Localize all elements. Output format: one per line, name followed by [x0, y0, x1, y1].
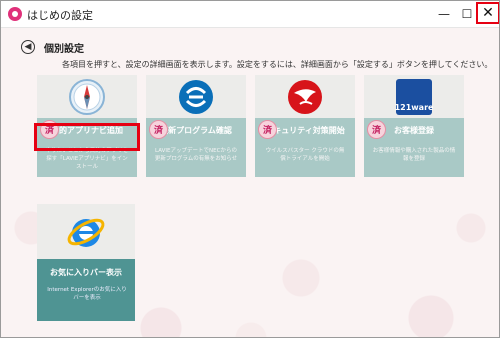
close-button[interactable]: ✕	[476, 2, 499, 24]
tile-description: Internet Explorerのお気に入りバーを表示	[47, 287, 127, 301]
minimize-button[interactable]: —	[433, 1, 455, 27]
tile-security[interactable]: セキュリティ対策開始 ウイルスバスター クラウドの無償トライアルを開始 済	[255, 75, 355, 177]
done-badge-icon: 済	[258, 120, 277, 139]
virus-buster-icon	[288, 80, 322, 114]
section-title: 個別設定	[44, 44, 84, 55]
instructions-text: 各項目を押すと、設定の詳細画面を表示します。設定をするには、詳細画面から「設定す…	[62, 60, 493, 69]
tile-icon-area: 121ware	[364, 75, 464, 118]
settings-window: はじめの設定 — ☐ ✕ ◀ 個別設定 各項目を押すと、設定の詳細画面を表示しま…	[0, 0, 500, 338]
121ware-logo-text: 121ware	[394, 103, 434, 112]
highlight-box	[34, 123, 140, 151]
tile-icon-area	[37, 75, 137, 118]
tile-description: ウイルスバスター クラウドの無償トライアルを開始	[265, 148, 345, 162]
app-icon	[8, 7, 22, 21]
done-badge-icon: 済	[149, 120, 168, 139]
window-title: はじめの設定	[27, 9, 93, 22]
title-bar: はじめの設定 — ☐ ✕	[1, 1, 499, 28]
internet-explorer-icon	[67, 218, 105, 247]
tile-description: お客様情報や購入された製品の情報を登録	[372, 148, 456, 162]
maximize-button[interactable]: ☐	[456, 1, 478, 27]
121ware-icon: 121ware	[394, 79, 434, 115]
tile-title: お気に入りバー表示	[50, 268, 122, 277]
tile-icon-area	[37, 204, 135, 259]
done-badge-icon: 済	[367, 120, 386, 139]
tile-update-check[interactable]: 更新プログラム確認 LAVIEアップデートでNECからの更新プログラムの有無をお…	[146, 75, 246, 177]
tile-icon-area	[255, 75, 355, 118]
compass-icon	[69, 79, 105, 115]
tile-favorites-bar[interactable]: お気に入りバー表示 Internet Explorerのお気に入りバーを表示	[37, 204, 135, 321]
tile-icon-area	[146, 75, 246, 118]
tile-description: LAVIEアップデートでNECからの更新プログラムの有無をお知らせ	[154, 148, 238, 162]
update-icon	[179, 80, 213, 114]
tile-registration[interactable]: 121ware お客様登録 お客様情報や購入された製品の情報を登録 済	[364, 75, 464, 177]
back-arrow-icon[interactable]: ◀	[21, 40, 35, 54]
